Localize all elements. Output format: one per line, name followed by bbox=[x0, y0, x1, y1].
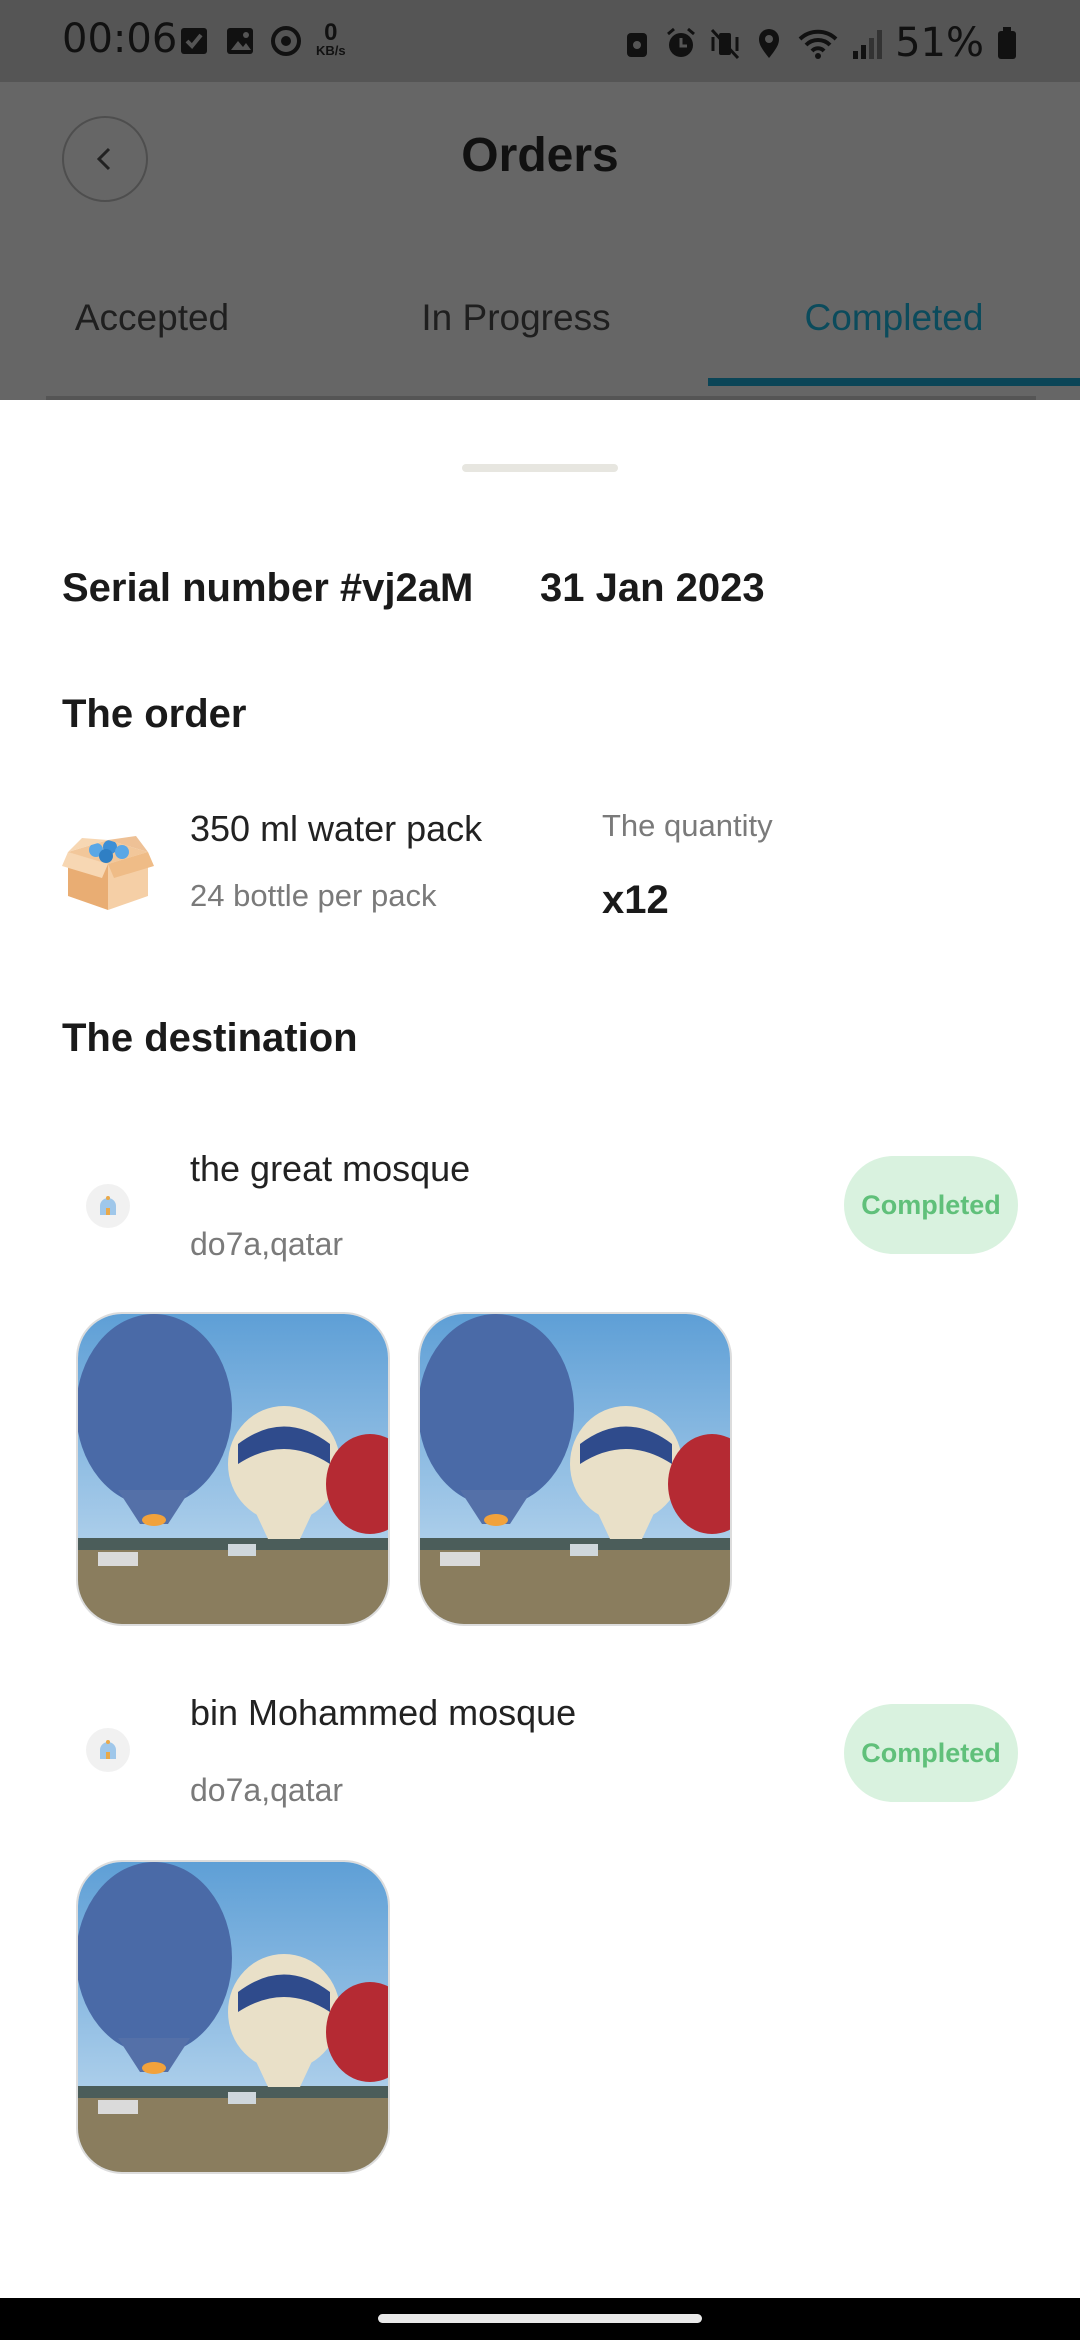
sync-notification-icon bbox=[271, 26, 301, 56]
orders-header: Orders Accepted In Progress Completed bbox=[0, 82, 1080, 400]
water-pack-box-icon bbox=[62, 836, 154, 910]
wifi-icon bbox=[798, 29, 838, 59]
system-navigation-bar bbox=[0, 2298, 1080, 2340]
destination-section-title: The destination bbox=[62, 1016, 358, 1060]
delivery-photo[interactable] bbox=[418, 1312, 732, 1626]
destination-item: bin Mohammed mosque do7a,qatar Completed bbox=[0, 1688, 1080, 1828]
mosque-avatar-icon bbox=[86, 1728, 130, 1772]
location-icon bbox=[759, 29, 780, 58]
tab-accepted[interactable]: Accepted bbox=[0, 268, 304, 368]
status-time: 00:06 bbox=[62, 16, 178, 62]
battery-icon bbox=[998, 27, 1016, 59]
quantity-label: The quantity bbox=[602, 808, 773, 843]
destination-name: the great mosque bbox=[190, 1148, 471, 1189]
serial-number: Serial number #vj2aM bbox=[62, 566, 474, 610]
mosque-avatar-icon bbox=[86, 1184, 130, 1228]
status-badge: Completed bbox=[844, 1156, 1018, 1254]
order-section-title: The order bbox=[62, 692, 247, 736]
quantity-value: x12 bbox=[602, 878, 669, 922]
status-badge: Completed bbox=[844, 1704, 1018, 1802]
battery-percent: 51% bbox=[895, 20, 984, 66]
checkbox-notification-icon bbox=[181, 28, 207, 54]
sheet-drag-handle[interactable] bbox=[462, 464, 618, 472]
active-tab-indicator bbox=[708, 378, 1080, 386]
order-status-tabs: Accepted In Progress Completed bbox=[0, 268, 1080, 368]
alarm-icon bbox=[667, 27, 696, 57]
tab-completed[interactable]: Completed bbox=[708, 268, 1080, 368]
order-details-sheet: Serial number #vj2aM 31 Jan 2023 The ord… bbox=[0, 400, 1080, 2298]
destination-location: do7a,qatar bbox=[190, 1772, 344, 1808]
network-speed: 0 KB/s bbox=[316, 19, 346, 58]
gallery-notification-icon bbox=[227, 28, 253, 54]
order-date: 31 Jan 2023 bbox=[540, 566, 765, 610]
status-bar: 00:06 0 KB/s 51% bbox=[0, 0, 1080, 82]
vibrate-mute-icon bbox=[710, 28, 740, 60]
delivery-photo[interactable] bbox=[76, 1860, 390, 2174]
product-name: 350 ml water pack bbox=[190, 808, 483, 849]
home-gesture-handle[interactable] bbox=[378, 2314, 702, 2323]
lock-notification-icon bbox=[627, 33, 648, 57]
product-description: 24 bottle per pack bbox=[190, 878, 437, 913]
tab-in-progress[interactable]: In Progress bbox=[362, 268, 670, 368]
destination-location: do7a,qatar bbox=[190, 1226, 344, 1262]
page-title: Orders bbox=[461, 129, 619, 182]
signal-icon bbox=[853, 30, 883, 59]
destination-name: bin Mohammed mosque bbox=[190, 1692, 577, 1733]
delivery-photo[interactable] bbox=[76, 1312, 390, 1626]
